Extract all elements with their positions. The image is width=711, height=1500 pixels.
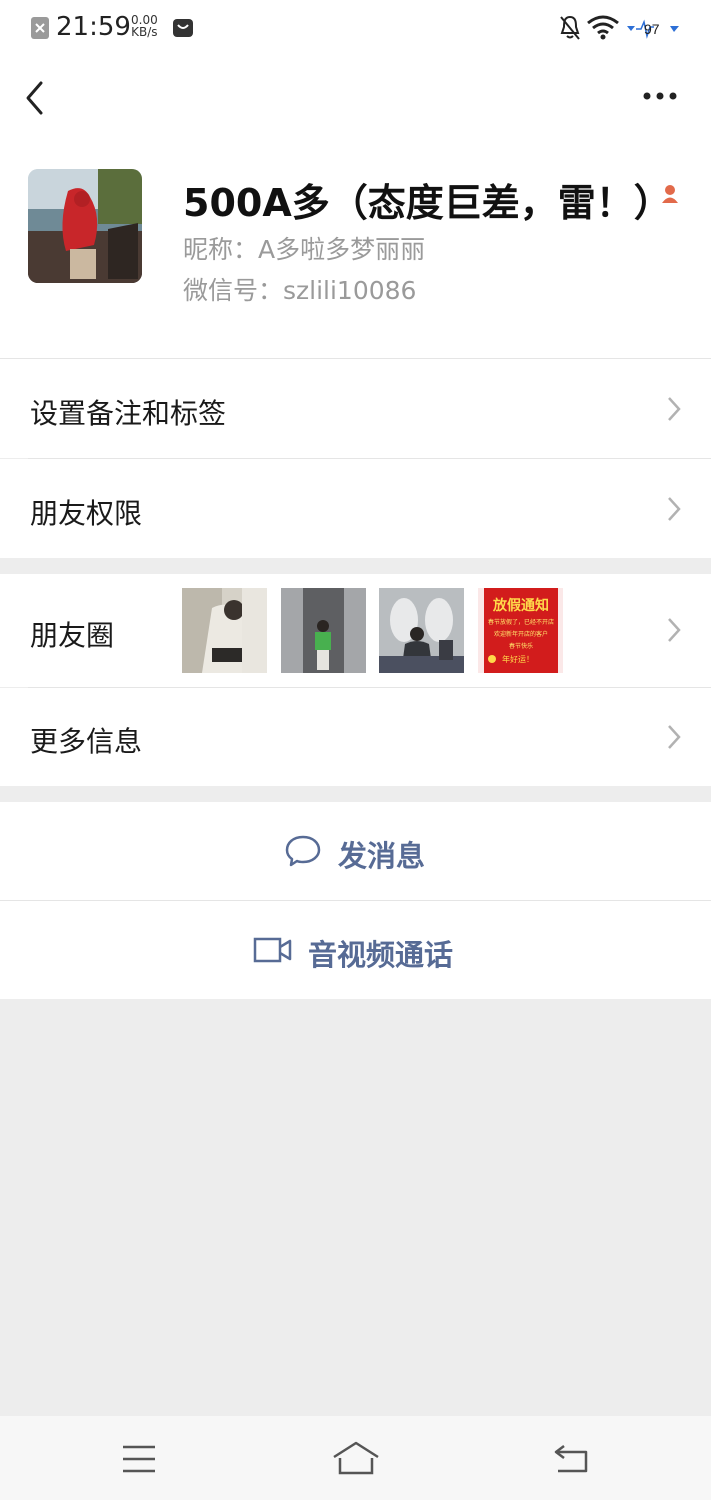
system-nav-bar — [0, 1416, 711, 1500]
video-camera-icon — [253, 937, 292, 963]
chevron-right-icon — [668, 497, 681, 521]
moments-photo-2 — [281, 588, 366, 673]
moments-photo-3 — [379, 588, 464, 673]
send-message-label: 发消息 — [338, 839, 426, 873]
profile-nickname: 昵称：A多啦多梦丽丽 — [183, 235, 426, 264]
chevron-right-icon — [668, 397, 681, 421]
notice-title: 放假通知 — [492, 597, 549, 614]
send-message-button[interactable]: 发消息 — [0, 802, 711, 900]
notice-line-2: 欢迎新年开店的客户 — [494, 630, 548, 638]
battery-icon: 97 — [627, 19, 679, 39]
alert-person-icon — [662, 185, 678, 203]
profile-header: 500A多（态度巨差，雷！） 昵称：A多啦多梦丽丽 微信号：szlili1008… — [0, 142, 711, 358]
moments-photo-4: 放假通知 春节放假了，已经不开店 欢迎新年开店的客户 春节快乐 年好运！ — [478, 588, 563, 673]
set-remark-label: 设置备注和标签 — [30, 397, 227, 430]
friend-permissions-label: 朋友权限 — [30, 497, 143, 530]
avatar-photo — [28, 169, 142, 283]
friend-permissions-row[interactable]: 朋友权限 — [0, 459, 711, 558]
more-info-label: 更多信息 — [30, 725, 143, 758]
menu-icon[interactable] — [121, 1444, 157, 1474]
battery-level: 97 — [644, 21, 660, 37]
notice-line-3: 春节快乐 — [509, 642, 533, 650]
shopping-bag-icon — [173, 19, 193, 37]
chevron-right-icon — [668, 618, 681, 642]
notice-line-4: 年好运！ — [502, 654, 534, 664]
sim-off-icon — [31, 17, 49, 39]
nav-bar — [0, 56, 711, 142]
more-info-row[interactable]: 更多信息 — [0, 688, 711, 786]
status-bar: 21:59 0.00 KB/s 97 — [0, 0, 711, 56]
chat-bubble-icon — [285, 835, 321, 867]
back-arrow-icon[interactable] — [22, 80, 48, 116]
avatar[interactable] — [28, 169, 142, 283]
set-remark-row[interactable]: 设置备注和标签 — [0, 359, 711, 458]
back-nav-icon[interactable] — [552, 1442, 590, 1474]
moments-thumbnail — [182, 588, 267, 673]
moments-row[interactable]: 朋友圈 放假通知 春节放假了，已经不开店 欢迎新年开店的客户 春节快乐 年好运！ — [0, 574, 711, 687]
moments-thumbnail — [281, 588, 366, 673]
moments-label: 朋友圈 — [30, 619, 115, 652]
wifi-icon — [587, 15, 619, 40]
profile-display-name: 500A多（态度巨差，雷！） — [183, 181, 672, 225]
chevron-right-icon — [668, 725, 681, 749]
moments-thumbnail — [379, 588, 464, 673]
video-call-label: 音视频通话 — [308, 938, 454, 972]
more-options-icon[interactable] — [640, 90, 680, 102]
moments-thumbnail: 放假通知 春节放假了，已经不开店 欢迎新年开店的客户 春节快乐 年好运！ — [478, 588, 563, 673]
profile-wechat-id: 微信号：szlili10086 — [183, 276, 417, 305]
network-speed-unit: KB/s — [131, 25, 158, 39]
notice-line-1: 春节放假了，已经不开店 — [488, 618, 554, 626]
video-call-button[interactable]: 音视频通话 — [0, 901, 711, 999]
network-speed: 0.00 KB/s — [131, 14, 158, 38]
home-icon[interactable] — [331, 1440, 381, 1476]
mute-bell-icon — [560, 15, 580, 40]
moments-photo-1 — [182, 588, 267, 673]
status-time: 21:59 — [56, 12, 131, 42]
